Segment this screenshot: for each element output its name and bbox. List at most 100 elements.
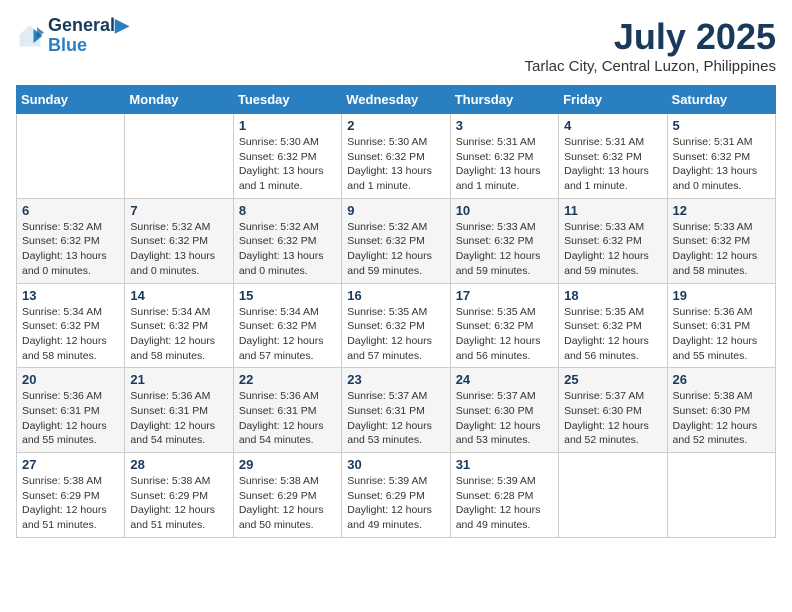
- day-number: 23: [347, 372, 444, 387]
- day-number: 25: [564, 372, 661, 387]
- calendar-cell: 11 Sunrise: 5:33 AM Sunset: 6:32 PM Dayli…: [559, 198, 667, 283]
- day-info: Sunrise: 5:37 AM Sunset: 6:30 PM Dayligh…: [564, 389, 661, 448]
- calendar-cell: [17, 114, 125, 199]
- calendar-cell: 16 Sunrise: 5:35 AM Sunset: 6:32 PM Dayli…: [342, 283, 450, 368]
- day-number: 4: [564, 118, 661, 133]
- day-number: 31: [456, 457, 553, 472]
- day-info: Sunrise: 5:36 AM Sunset: 6:31 PM Dayligh…: [673, 305, 770, 364]
- day-number: 2: [347, 118, 444, 133]
- day-info: Sunrise: 5:34 AM Sunset: 6:32 PM Dayligh…: [130, 305, 227, 364]
- day-info: Sunrise: 5:38 AM Sunset: 6:29 PM Dayligh…: [22, 474, 119, 533]
- day-info: Sunrise: 5:32 AM Sunset: 6:32 PM Dayligh…: [347, 220, 444, 279]
- calendar-cell: 3 Sunrise: 5:31 AM Sunset: 6:32 PM Daylig…: [450, 114, 558, 199]
- calendar-cell: 13 Sunrise: 5:34 AM Sunset: 6:32 PM Dayli…: [17, 283, 125, 368]
- calendar-cell: 2 Sunrise: 5:30 AM Sunset: 6:32 PM Daylig…: [342, 114, 450, 199]
- logo: General▶ Blue: [16, 16, 129, 56]
- day-number: 22: [239, 372, 336, 387]
- day-info: Sunrise: 5:31 AM Sunset: 6:32 PM Dayligh…: [673, 135, 770, 194]
- calendar-cell: 7 Sunrise: 5:32 AM Sunset: 6:32 PM Daylig…: [125, 198, 233, 283]
- day-info: Sunrise: 5:39 AM Sunset: 6:29 PM Dayligh…: [347, 474, 444, 533]
- day-number: 19: [673, 288, 770, 303]
- day-number: 24: [456, 372, 553, 387]
- calendar-cell: 8 Sunrise: 5:32 AM Sunset: 6:32 PM Daylig…: [233, 198, 341, 283]
- day-info: Sunrise: 5:37 AM Sunset: 6:30 PM Dayligh…: [456, 389, 553, 448]
- day-info: Sunrise: 5:35 AM Sunset: 6:32 PM Dayligh…: [456, 305, 553, 364]
- day-info: Sunrise: 5:32 AM Sunset: 6:32 PM Dayligh…: [239, 220, 336, 279]
- calendar-cell: 15 Sunrise: 5:34 AM Sunset: 6:32 PM Dayli…: [233, 283, 341, 368]
- calendar-cell: 10Sunrise: 5:33 AM Sunset: 6:32 PM Dayli…: [450, 198, 558, 283]
- calendar-cell: 17 Sunrise: 5:35 AM Sunset: 6:32 PM Dayli…: [450, 283, 558, 368]
- day-number: 16: [347, 288, 444, 303]
- calendar-cell: 26 Sunrise: 5:38 AM Sunset: 6:30 PM Dayli…: [667, 368, 775, 453]
- calendar-cell: 31 Sunrise: 5:39 AM Sunset: 6:28 PM Dayli…: [450, 453, 558, 538]
- day-number: 7: [130, 203, 227, 218]
- day-number: 26: [673, 372, 770, 387]
- calendar-week-row: 20 Sunrise: 5:36 AM Sunset: 6:31 PM Dayli…: [17, 368, 776, 453]
- calendar-week-row: 6Sunrise: 5:32 AM Sunset: 6:32 PM Daylig…: [17, 198, 776, 283]
- calendar-cell: [559, 453, 667, 538]
- day-of-week-header: Saturday: [667, 86, 775, 114]
- calendar-cell: [125, 114, 233, 199]
- day-info: Sunrise: 5:34 AM Sunset: 6:32 PM Dayligh…: [239, 305, 336, 364]
- day-info: Sunrise: 5:32 AM Sunset: 6:32 PM Dayligh…: [130, 220, 227, 279]
- calendar-cell: 23 Sunrise: 5:37 AM Sunset: 6:31 PM Dayli…: [342, 368, 450, 453]
- day-number: 5: [673, 118, 770, 133]
- calendar-cell: 29Sunrise: 5:38 AM Sunset: 6:29 PM Dayli…: [233, 453, 341, 538]
- day-info: Sunrise: 5:30 AM Sunset: 6:32 PM Dayligh…: [239, 135, 336, 194]
- day-number: 28: [130, 457, 227, 472]
- calendar-cell: 12 Sunrise: 5:33 AM Sunset: 6:32 PM Dayli…: [667, 198, 775, 283]
- logo-text: General▶ Blue: [48, 16, 129, 56]
- page-header: General▶ Blue July 2025 Tarlac City, Cen…: [16, 16, 776, 75]
- calendar-cell: 18 Sunrise: 5:35 AM Sunset: 6:32 PM Dayli…: [559, 283, 667, 368]
- day-info: Sunrise: 5:38 AM Sunset: 6:29 PM Dayligh…: [130, 474, 227, 533]
- calendar-week-row: 27 Sunrise: 5:38 AM Sunset: 6:29 PM Dayli…: [17, 453, 776, 538]
- day-number: 27: [22, 457, 119, 472]
- day-number: 3: [456, 118, 553, 133]
- day-info: Sunrise: 5:36 AM Sunset: 6:31 PM Dayligh…: [130, 389, 227, 448]
- day-number: 14: [130, 288, 227, 303]
- calendar-cell: 30Sunrise: 5:39 AM Sunset: 6:29 PM Dayli…: [342, 453, 450, 538]
- day-info: Sunrise: 5:37 AM Sunset: 6:31 PM Dayligh…: [347, 389, 444, 448]
- day-info: Sunrise: 5:39 AM Sunset: 6:28 PM Dayligh…: [456, 474, 553, 533]
- title-block: July 2025 Tarlac City, Central Luzon, Ph…: [524, 16, 776, 75]
- day-info: Sunrise: 5:33 AM Sunset: 6:32 PM Dayligh…: [673, 220, 770, 279]
- day-of-week-header: Monday: [125, 86, 233, 114]
- calendar-cell: 1 Sunrise: 5:30 AM Sunset: 6:32 PM Daylig…: [233, 114, 341, 199]
- calendar-header-row: SundayMondayTuesdayWednesdayThursdayFrid…: [17, 86, 776, 114]
- day-info: Sunrise: 5:35 AM Sunset: 6:32 PM Dayligh…: [564, 305, 661, 364]
- day-of-week-header: Tuesday: [233, 86, 341, 114]
- day-of-week-header: Sunday: [17, 86, 125, 114]
- day-info: Sunrise: 5:33 AM Sunset: 6:32 PM Dayligh…: [456, 220, 553, 279]
- day-number: 20: [22, 372, 119, 387]
- day-of-week-header: Wednesday: [342, 86, 450, 114]
- day-info: Sunrise: 5:30 AM Sunset: 6:32 PM Dayligh…: [347, 135, 444, 194]
- calendar-table: SundayMondayTuesdayWednesdayThursdayFrid…: [16, 85, 776, 538]
- calendar-cell: 27 Sunrise: 5:38 AM Sunset: 6:29 PM Dayli…: [17, 453, 125, 538]
- calendar-cell: 28 Sunrise: 5:38 AM Sunset: 6:29 PM Dayli…: [125, 453, 233, 538]
- day-number: 21: [130, 372, 227, 387]
- day-info: Sunrise: 5:31 AM Sunset: 6:32 PM Dayligh…: [456, 135, 553, 194]
- day-number: 13: [22, 288, 119, 303]
- day-number: 17: [456, 288, 553, 303]
- logo-icon: [16, 22, 44, 50]
- day-info: Sunrise: 5:35 AM Sunset: 6:32 PM Dayligh…: [347, 305, 444, 364]
- day-info: Sunrise: 5:34 AM Sunset: 6:32 PM Dayligh…: [22, 305, 119, 364]
- day-number: 1: [239, 118, 336, 133]
- calendar-week-row: 13 Sunrise: 5:34 AM Sunset: 6:32 PM Dayli…: [17, 283, 776, 368]
- day-info: Sunrise: 5:33 AM Sunset: 6:32 PM Dayligh…: [564, 220, 661, 279]
- day-number: 8: [239, 203, 336, 218]
- day-number: 15: [239, 288, 336, 303]
- day-number: 18: [564, 288, 661, 303]
- day-number: 12: [673, 203, 770, 218]
- day-info: Sunrise: 5:36 AM Sunset: 6:31 PM Dayligh…: [22, 389, 119, 448]
- calendar-cell: 14 Sunrise: 5:34 AM Sunset: 6:32 PM Dayli…: [125, 283, 233, 368]
- calendar-cell: 22Sunrise: 5:36 AM Sunset: 6:31 PM Dayli…: [233, 368, 341, 453]
- day-info: Sunrise: 5:32 AM Sunset: 6:32 PM Dayligh…: [22, 220, 119, 279]
- calendar-cell: 20 Sunrise: 5:36 AM Sunset: 6:31 PM Dayli…: [17, 368, 125, 453]
- day-number: 11: [564, 203, 661, 218]
- calendar-cell: [667, 453, 775, 538]
- day-info: Sunrise: 5:38 AM Sunset: 6:30 PM Dayligh…: [673, 389, 770, 448]
- day-info: Sunrise: 5:38 AM Sunset: 6:29 PM Dayligh…: [239, 474, 336, 533]
- calendar-cell: 21 Sunrise: 5:36 AM Sunset: 6:31 PM Dayli…: [125, 368, 233, 453]
- day-number: 9: [347, 203, 444, 218]
